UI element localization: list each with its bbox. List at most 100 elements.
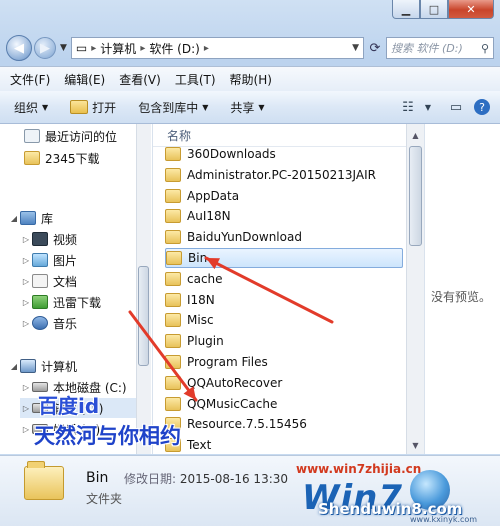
back-button[interactable]: ◀	[6, 35, 32, 61]
breadcrumb-drive-d[interactable]: 软件 (D:)	[149, 40, 199, 57]
maximize-button[interactable]: □	[420, 0, 448, 19]
sidebar-item-2345[interactable]: 2345下载	[24, 148, 100, 168]
file-row-label: AppData	[187, 188, 240, 203]
minimize-button[interactable]: ▁	[392, 0, 420, 19]
menu-bar: 文件(F) 编辑(E) 查看(V) 工具(T) 帮助(H)	[0, 66, 500, 91]
sidebar-item-recent[interactable]: 最近访问的位	[24, 126, 117, 146]
menu-help[interactable]: 帮助(H)	[230, 71, 272, 88]
menu-file[interactable]: 文件(F)	[10, 71, 50, 88]
search-input[interactable]: 搜索 软件 (D:) ⚲	[386, 37, 494, 59]
breadcrumb-sep-icon[interactable]: ▸	[91, 43, 96, 54]
details-modified: 修改日期: 2015-08-16 13:30	[124, 470, 288, 487]
sidebar-item-music[interactable]: ▷ 音乐	[20, 313, 77, 333]
address-chevron-down-icon[interactable]: ▼	[352, 43, 359, 53]
help-icon[interactable]: ?	[474, 99, 490, 115]
folder-icon	[165, 147, 181, 161]
scroll-up-icon[interactable]: ▲	[407, 128, 424, 142]
open-button[interactable]: 打开	[70, 99, 116, 116]
file-row[interactable]: QQMusicCache	[165, 394, 403, 414]
view-options-icon[interactable]: ☷	[398, 98, 418, 116]
expand-triangle-icon[interactable]: ▷	[20, 235, 32, 244]
file-row-label: QQMusicCache	[187, 396, 278, 411]
forward-button[interactable]: ▶	[34, 37, 56, 59]
close-button[interactable]: ✕	[448, 0, 494, 19]
expand-triangle-icon[interactable]: ▷	[20, 404, 32, 413]
file-row[interactable]: Misc	[165, 310, 403, 330]
file-row[interactable]: BaiduYunDownload	[165, 227, 403, 247]
file-row[interactable]: QQAutoRecover	[165, 373, 403, 393]
chevron-down-icon: ▼	[42, 102, 49, 112]
expand-triangle-icon[interactable]: ▷	[20, 319, 32, 328]
refresh-icon[interactable]: ⟳	[364, 37, 386, 59]
include-library-label: 包含到库中	[138, 100, 199, 115]
collapse-triangle-icon[interactable]: ◢	[8, 214, 20, 223]
view-chevron-down-icon[interactable]: ▼	[418, 98, 438, 116]
menu-tools[interactable]: 工具(T)	[175, 71, 216, 88]
sidebar-item-computer[interactable]: ◢ 计算机	[8, 356, 77, 376]
view-controls: ☷ ▼ ▭ ?	[390, 98, 490, 116]
file-row-label: Plugin	[187, 334, 224, 349]
file-row[interactable]: Bin	[165, 248, 403, 268]
expand-triangle-icon[interactable]: ▷	[20, 277, 32, 286]
sidebar-item-label: 音乐	[53, 316, 78, 331]
file-row[interactable]: Text	[165, 435, 403, 454]
expand-triangle-icon[interactable]: ▷	[20, 256, 32, 265]
file-row[interactable]: Resource.7.5.15456	[165, 414, 403, 434]
sidebar-item-label: 文档	[53, 274, 78, 289]
scrollbar-thumb[interactable]	[409, 146, 422, 246]
include-library-button[interactable]: 包含到库中 ▼	[138, 99, 208, 116]
pictures-icon	[32, 253, 48, 267]
address-bar[interactable]: ▭ ▸ 计算机 ▸ 软件 (D:) ▸ ▼	[70, 37, 364, 59]
file-row-label: Program Files	[187, 355, 268, 369]
download-icon	[32, 295, 48, 309]
scroll-down-icon[interactable]: ▼	[407, 438, 424, 452]
file-list: 名称 360Downloads Administrator.PC-20150213…	[152, 124, 425, 454]
breadcrumb-sep-icon[interactable]: ▸	[140, 43, 145, 54]
file-row[interactable]: Administrator.PC-20150213JAIR	[165, 165, 403, 185]
music-icon	[32, 316, 48, 330]
breadcrumb-computer[interactable]: 计算机	[100, 40, 136, 57]
breadcrumb-sep-icon[interactable]: ▸	[204, 43, 209, 54]
scrollbar-thumb[interactable]	[138, 266, 149, 366]
sidebar-item-videos[interactable]: ▷ 视频	[20, 229, 77, 249]
share-button[interactable]: 共享 ▼	[230, 99, 264, 116]
file-row[interactable]: Program Files	[165, 352, 403, 372]
collapse-triangle-icon[interactable]: ◢	[8, 362, 20, 371]
expand-triangle-icon[interactable]: ▷	[20, 425, 32, 434]
sidebar-item-label: 库	[41, 211, 54, 226]
expand-triangle-icon[interactable]: ▷	[20, 383, 32, 392]
sidebar-item-libraries[interactable]: ◢ 库	[8, 208, 53, 228]
address-drive-icon: ▭	[75, 41, 88, 55]
menu-edit[interactable]: 编辑(E)	[64, 71, 105, 88]
file-row-label: Misc	[187, 313, 214, 328]
file-row-label: 360Downloads	[187, 147, 276, 161]
folder-icon	[165, 292, 181, 307]
file-row[interactable]: I18N	[165, 290, 403, 310]
file-row[interactable]: AppData	[165, 186, 403, 206]
folder-open-icon	[70, 100, 89, 114]
menu-view[interactable]: 查看(V)	[119, 71, 161, 88]
file-row[interactable]: AuI18N	[165, 206, 403, 226]
organize-button[interactable]: 组织 ▼	[14, 99, 48, 116]
watermark-site: www.win7zhijia.cn	[296, 462, 422, 476]
navigation-pane-scrollbar[interactable]	[136, 124, 151, 454]
folder-large-icon	[24, 461, 64, 500]
file-row-label: I18N	[187, 292, 215, 307]
navigation-bar: ◀ ▶ ▼ ▭ ▸ 计算机 ▸ 软件 (D:) ▸ ▼ ⟳ 搜索 软件 (D:)…	[6, 34, 494, 62]
preview-pane-icon[interactable]: ▭	[446, 98, 466, 116]
folder-icon	[165, 230, 181, 245]
file-list-scrollbar[interactable]: ▲ ▼	[406, 124, 424, 454]
expand-triangle-icon[interactable]: ▷	[20, 298, 32, 307]
file-row[interactable]: cache	[165, 269, 403, 289]
recent-pages-chevron-down-icon[interactable]: ▼	[60, 43, 67, 53]
sidebar-item-thunder-downloads[interactable]: ▷ 迅雷下载	[20, 292, 101, 312]
file-row[interactable]: 360Downloads	[165, 144, 403, 164]
folder-icon	[165, 375, 181, 390]
folder-icon	[165, 188, 181, 203]
sidebar-item-pictures[interactable]: ▷ 图片	[20, 250, 77, 270]
file-row-label: Administrator.PC-20150213JAIR	[187, 167, 376, 182]
file-row-label: BaiduYunDownload	[187, 230, 302, 245]
overlay-caption-2: 天然河与你相约	[34, 424, 181, 448]
file-row[interactable]: Plugin	[165, 331, 403, 351]
sidebar-item-documents[interactable]: ▷ 文档	[20, 271, 77, 291]
